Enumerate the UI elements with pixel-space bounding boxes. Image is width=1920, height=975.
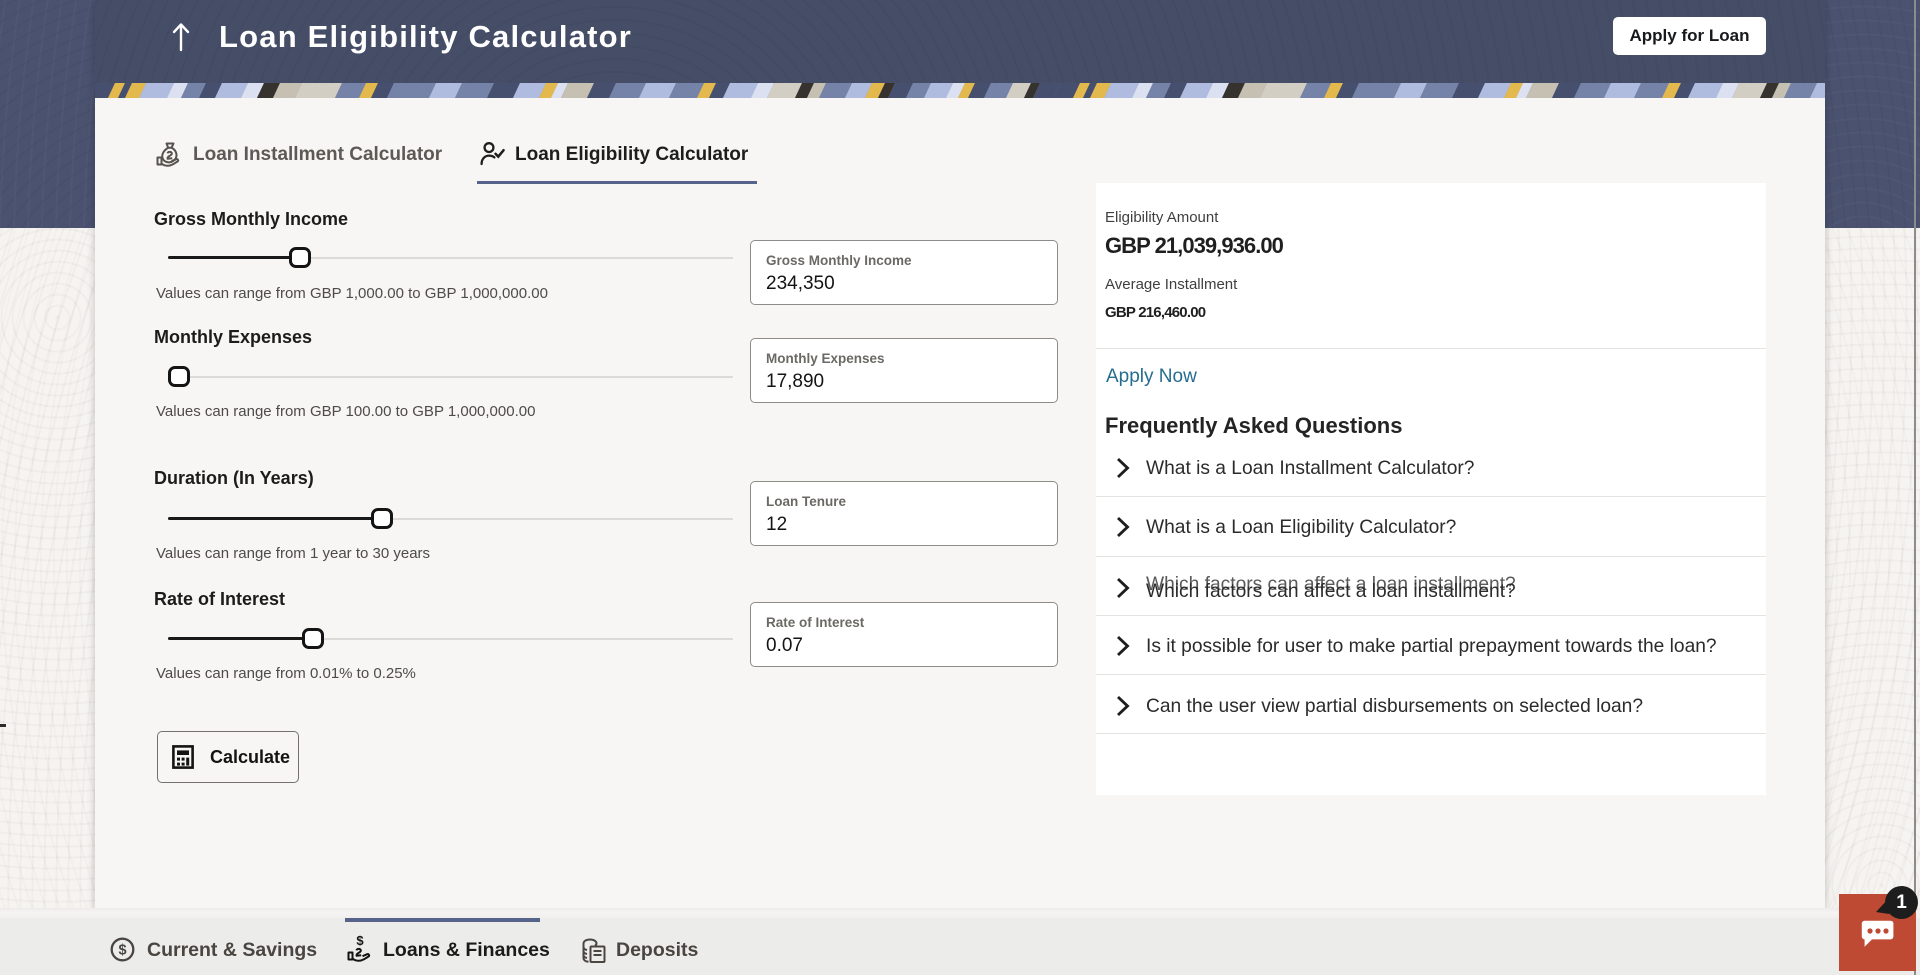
svg-text:$: $ — [356, 934, 364, 948]
svg-text:$: $ — [118, 943, 126, 959]
